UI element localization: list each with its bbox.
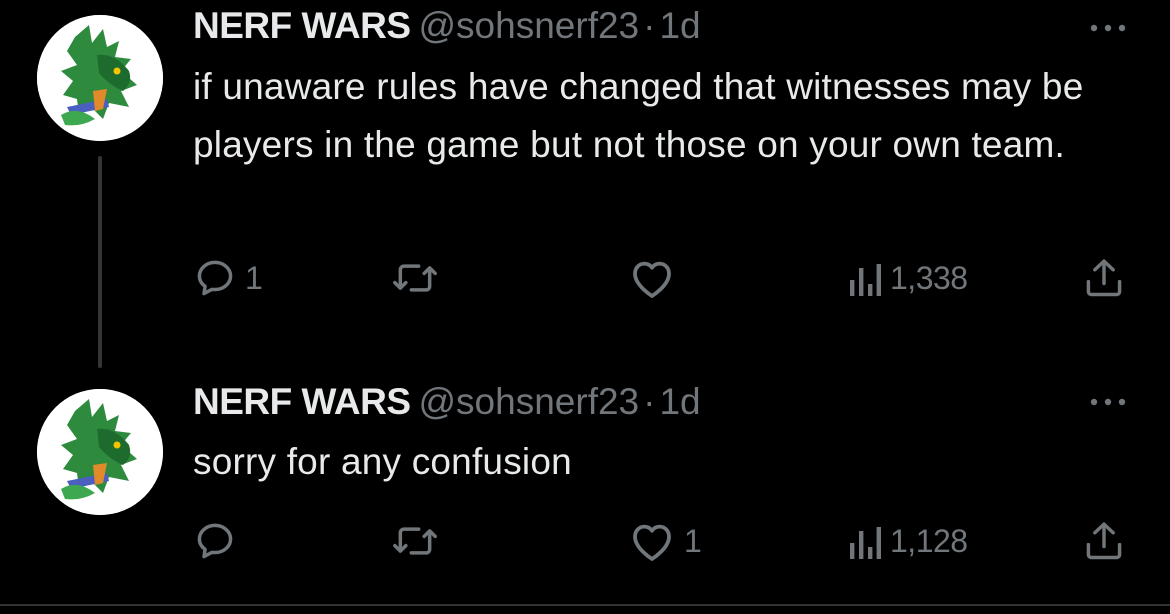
separator-dot: · <box>643 381 656 422</box>
tweet-text: sorry for any confusion <box>193 441 572 482</box>
heart-icon <box>633 261 671 298</box>
tweet-header: NERF WARS @sohsnerf23 · 1d <box>193 380 701 424</box>
views-icon <box>850 527 881 559</box>
views-button[interactable]: 1,128 <box>848 518 968 564</box>
dragon-avatar-icon <box>37 389 163 515</box>
tweet-header: NERF WARS @sohsnerf23 · 1d <box>193 4 701 48</box>
views-button[interactable]: 1,338 <box>848 255 968 301</box>
separator-dot: · <box>643 5 656 46</box>
more-icon[interactable] <box>1086 392 1130 412</box>
thread-line <box>98 156 102 368</box>
share-icon <box>1086 259 1122 297</box>
views-count: 1,338 <box>890 259 968 296</box>
avatar[interactable] <box>37 15 163 141</box>
views-icon <box>850 264 881 296</box>
tweet-text: if unaware rules have changed that witne… <box>193 66 1084 165</box>
share-icon <box>1086 522 1122 560</box>
retweet-button[interactable] <box>390 255 448 301</box>
like-button[interactable] <box>628 255 684 301</box>
like-button[interactable]: 1 <box>628 518 702 564</box>
user-handle[interactable]: @sohsnerf23 <box>419 5 640 46</box>
retweet-icon <box>393 527 437 555</box>
avatar[interactable] <box>37 389 163 515</box>
share-button[interactable] <box>1082 518 1126 564</box>
tweet[interactable]: NERF WARS @sohsnerf23 · 1d sorry for any co… <box>0 370 1170 600</box>
like-count: 1 <box>684 522 702 559</box>
reply-button[interactable] <box>193 518 245 564</box>
reply-button[interactable]: 1 <box>193 255 263 301</box>
share-button[interactable] <box>1082 255 1126 301</box>
reply-icon <box>197 260 233 296</box>
retweet-icon <box>393 264 437 292</box>
retweet-button[interactable] <box>390 518 448 564</box>
dragon-avatar-icon <box>37 15 163 141</box>
display-name[interactable]: NERF WARS <box>193 381 411 422</box>
heart-icon <box>633 524 671 561</box>
timestamp[interactable]: 1d <box>659 381 700 422</box>
user-handle[interactable]: @sohsnerf23 <box>419 381 640 422</box>
divider <box>0 604 1170 606</box>
views-count: 1,128 <box>890 522 968 559</box>
more-icon[interactable] <box>1086 18 1130 38</box>
timestamp[interactable]: 1d <box>659 5 700 46</box>
reply-icon <box>197 523 233 559</box>
tweet[interactable]: NERF WARS @sohsnerf23 · 1d if unaware rules… <box>0 0 1170 368</box>
display-name[interactable]: NERF WARS <box>193 5 411 46</box>
reply-count: 1 <box>245 259 263 296</box>
